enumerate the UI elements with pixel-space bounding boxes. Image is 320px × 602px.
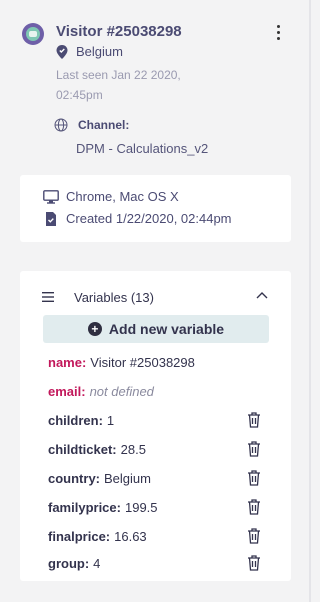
channel-row: Channel: [54, 118, 129, 132]
add-variable-button[interactable]: + Add new variable [43, 315, 269, 343]
variable-row-email: email: not defined [48, 382, 264, 402]
more-options-icon[interactable] [273, 25, 283, 43]
chevron-up-icon[interactable] [256, 291, 268, 299]
plus-circle-icon: + [87, 322, 102, 336]
variable-key: name: [48, 355, 87, 370]
visitor-header: Visitor #25038298 Belgium Last seen Jan … [0, 0, 309, 170]
variable-key: children: [48, 413, 103, 428]
variable-value[interactable]: 1 [107, 411, 114, 431]
channel-value: DPM - Calculations_v2 [76, 141, 209, 156]
trash-icon[interactable] [247, 412, 261, 428]
variable-key: finalprice: [48, 529, 111, 544]
trash-icon[interactable] [247, 470, 261, 486]
variable-row-familyprice: familyprice: 199.5 [48, 498, 264, 518]
monitor-icon [43, 189, 59, 204]
variable-row-finalprice: finalprice: 16.63 [48, 527, 264, 547]
variable-value[interactable]: Visitor #25038298 [90, 353, 195, 373]
variable-row-children: children: 1 [48, 411, 264, 431]
variable-key: country: [48, 471, 100, 486]
variables-header[interactable]: Variables (13) [42, 289, 272, 305]
variable-value[interactable]: 199.5 [125, 498, 158, 518]
location-pin-icon [56, 44, 68, 59]
variable-key: email: [48, 384, 86, 399]
variable-row-name: name: Visitor #25038298 [48, 353, 264, 373]
created-text: Created 1/22/2020, 02:44pm [66, 211, 232, 226]
add-variable-label: Add new variable [108, 321, 225, 337]
panel-border [309, 0, 311, 602]
variable-key: childticket: [48, 442, 117, 457]
visitor-country: Belgium [76, 44, 123, 59]
variable-row-childticket: childticket: 28.5 [48, 440, 264, 460]
trash-icon[interactable] [247, 528, 261, 544]
last-seen-text: Last seen Jan 22 2020, 02:45pm [56, 68, 181, 102]
list-icon [42, 292, 54, 302]
trash-icon[interactable] [247, 555, 261, 571]
visitor-avatar [22, 23, 44, 45]
variable-value[interactable]: not defined [90, 382, 154, 402]
variable-value[interactable]: Belgium [104, 469, 151, 489]
variable-value[interactable]: 28.5 [121, 440, 146, 460]
variable-value[interactable]: 16.63 [114, 527, 147, 547]
visitor-location: Belgium [56, 44, 123, 59]
document-check-icon [46, 211, 56, 226]
variables-title: Variables (13) [74, 289, 154, 305]
browser-row: Chrome, Mac OS X [43, 189, 179, 204]
browser-text: Chrome, Mac OS X [66, 189, 179, 204]
globe-icon [54, 118, 68, 132]
created-row: Created 1/22/2020, 02:44pm [43, 211, 232, 226]
variable-row-country: country: Belgium [48, 469, 264, 489]
variables-card: Variables (13) + Add new variable name: … [20, 271, 291, 581]
trash-icon[interactable] [247, 441, 261, 457]
device-card: Chrome, Mac OS X Created 1/22/2020, 02:4… [20, 175, 291, 242]
visitor-name: Visitor #25038298 [56, 23, 182, 40]
variable-key: familyprice: [48, 500, 121, 515]
channel-label: Channel: [78, 118, 130, 132]
variable-value[interactable]: 4 [93, 554, 100, 574]
variable-row-group: group: 4 [48, 554, 264, 574]
variable-key: group: [48, 556, 90, 571]
trash-icon[interactable] [247, 499, 261, 515]
